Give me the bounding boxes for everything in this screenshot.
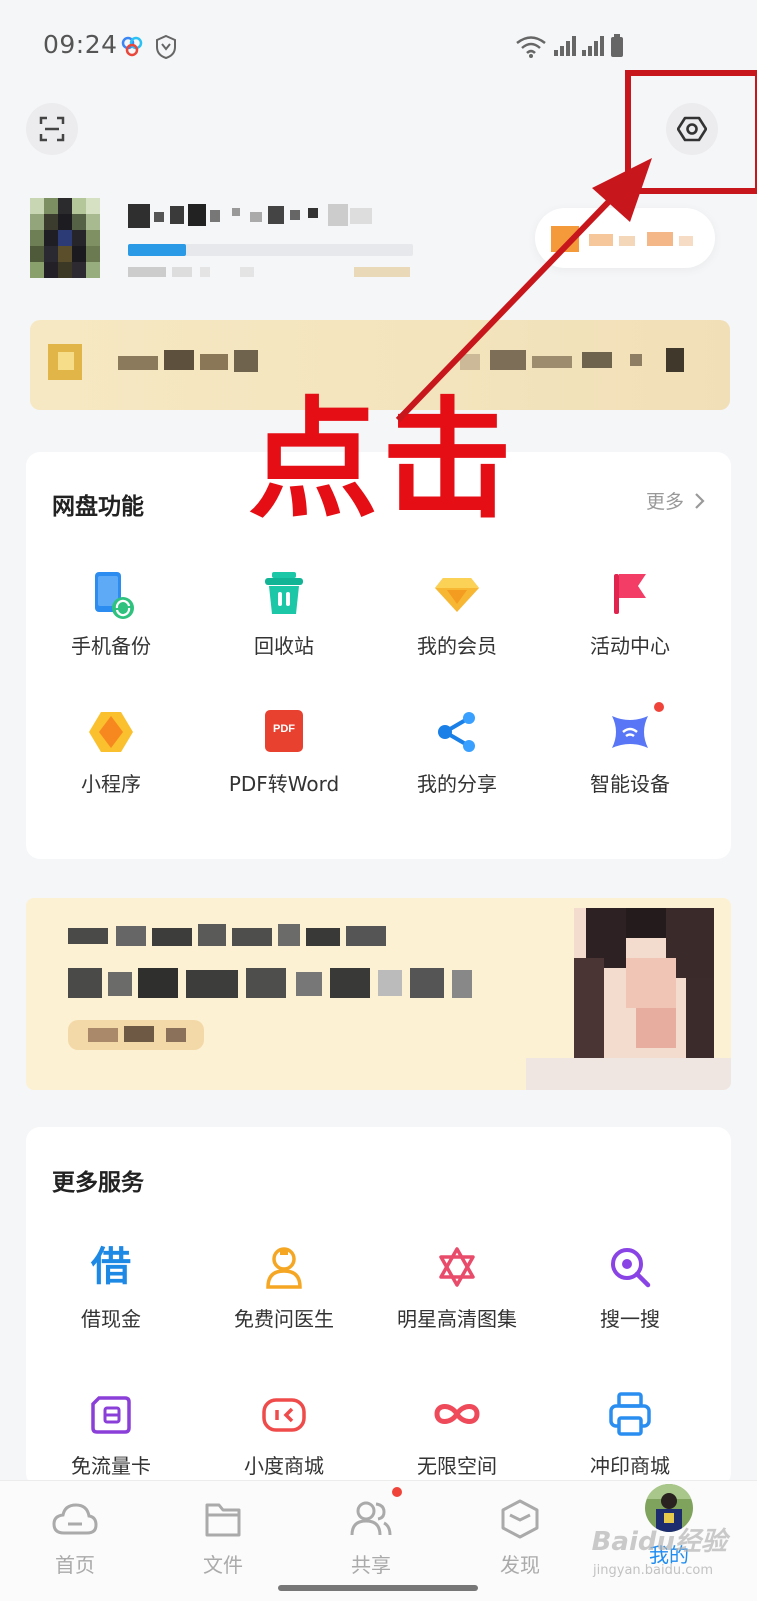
service-loan[interactable]: 借 借现金 <box>26 1245 196 1332</box>
mini-program-icon <box>89 710 133 754</box>
service-label: 免费问医生 <box>234 1307 334 1331</box>
settings-button[interactable] <box>666 103 718 155</box>
ad-banner-obscured <box>68 908 731 1090</box>
storage-progress <box>128 244 413 256</box>
notification-dot <box>654 702 664 712</box>
pdf-icon-label: PDF <box>273 723 295 735</box>
service-label: 明星高清图集 <box>397 1307 517 1331</box>
phone-backup-icon <box>89 572 134 619</box>
service-label: 无限空间 <box>417 1454 497 1478</box>
pdf-icon: PDF <box>262 710 306 754</box>
feature-label: PDF转Word <box>228 772 340 796</box>
feature-label: 我的会员 <box>417 634 497 658</box>
member-pill-button[interactable] <box>535 208 715 268</box>
nav-label: 文件 <box>203 1553 243 1577</box>
service-star-gallery[interactable]: 明星高清图集 <box>372 1245 542 1332</box>
shield-status-icon <box>156 34 176 60</box>
search-icon <box>608 1245 652 1289</box>
watermark-url: jingyan.baidu.com <box>593 1563 713 1578</box>
feature-smart-devices[interactable]: 智能设备 <box>545 702 715 797</box>
baidu-app-icon <box>121 36 143 57</box>
print-store-icon <box>608 1392 652 1436</box>
avatar[interactable] <box>30 198 100 278</box>
service-free-doctor[interactable]: 免费问医生 <box>199 1245 369 1332</box>
service-label: 搜一搜 <box>600 1307 660 1331</box>
nav-share[interactable]: 共享 <box>316 1487 426 1578</box>
feature-label: 我的分享 <box>417 772 497 796</box>
feature-activity-center[interactable]: 活动中心 <box>545 572 715 659</box>
service-xiaodu-store[interactable]: 小度商城 <box>199 1392 369 1479</box>
settings-hex-icon <box>677 116 707 142</box>
trash-icon <box>262 572 306 616</box>
feature-label: 手机备份 <box>71 634 151 658</box>
nav-discover[interactable]: 发现 <box>465 1499 575 1578</box>
service-print-store[interactable]: 冲印商城 <box>545 1392 715 1479</box>
nav-label: 共享 <box>351 1553 391 1577</box>
battery-icon <box>611 34 623 57</box>
storage-text-obscured <box>128 264 418 283</box>
flag-icon <box>608 572 652 616</box>
scan-icon <box>39 116 65 142</box>
chevron-right-icon <box>695 492 705 509</box>
service-label: 冲印商城 <box>590 1454 670 1478</box>
nav-label: 发现 <box>500 1553 540 1577</box>
people-icon <box>350 1501 392 1536</box>
feature-label: 活动中心 <box>590 634 670 658</box>
nav-files[interactable]: 文件 <box>168 1499 278 1578</box>
feature-phone-backup[interactable]: 手机备份 <box>26 572 196 659</box>
member-pill-obscured <box>551 226 693 252</box>
service-label: 借现金 <box>81 1307 141 1331</box>
infinity-icon <box>434 1392 480 1436</box>
feature-membership[interactable]: 我的会员 <box>372 572 542 659</box>
doctor-icon <box>262 1245 306 1289</box>
username-obscured <box>128 202 378 236</box>
feature-pdf-to-word[interactable]: PDF PDF转Word <box>199 710 369 797</box>
loan-icon: 借 <box>89 1245 133 1289</box>
feature-recycle-bin[interactable]: 回收站 <box>199 572 369 659</box>
notification-dot <box>392 1487 402 1497</box>
more-services-title: 更多服务 <box>52 1170 144 1196</box>
feature-label: 小程序 <box>81 772 141 796</box>
smart-device-icon <box>608 702 664 754</box>
feature-label: 回收站 <box>254 634 314 658</box>
nav-home[interactable]: 首页 <box>20 1499 130 1578</box>
service-label: 免流量卡 <box>71 1454 151 1478</box>
home-indicator[interactable] <box>278 1585 478 1591</box>
feature-label: 智能设备 <box>590 772 670 796</box>
signal-icon-2 <box>582 36 604 56</box>
scan-button[interactable] <box>26 103 78 155</box>
storage-progress-fill <box>128 244 186 256</box>
xiaodu-store-icon <box>262 1392 306 1436</box>
service-label: 小度商城 <box>244 1454 324 1478</box>
diamond-icon <box>435 572 479 616</box>
more-link-label: 更多 <box>646 491 685 513</box>
nav-label: 首页 <box>55 1553 95 1577</box>
cube-icon <box>501 1499 539 1539</box>
signal-icon-1 <box>554 36 576 56</box>
feature-my-shares[interactable]: 我的分享 <box>372 710 542 797</box>
star-gallery-icon <box>435 1245 479 1289</box>
wifi-icon <box>516 36 546 58</box>
more-services-card: 更多服务 借 借现金 免费问医生 明星高清图集 搜一搜 免流量卡 小度商城 无限… <box>26 1127 731 1487</box>
folder-icon <box>205 1503 241 1537</box>
status-time: 09:24 <box>43 30 118 59</box>
watermark-brand: Baidu经验 <box>591 1527 727 1557</box>
service-infinite-space[interactable]: 无限空间 <box>372 1392 542 1479</box>
service-search[interactable]: 搜一搜 <box>545 1245 715 1332</box>
annotation-text: 点击 <box>248 384 517 536</box>
loan-icon-glyph: 借 <box>91 1244 131 1290</box>
share-icon <box>435 710 479 754</box>
more-link[interactable]: 更多 <box>646 487 708 514</box>
netdisk-features-title: 网盘功能 <box>52 494 144 520</box>
data-card-icon <box>89 1392 133 1436</box>
ad-banner[interactable] <box>26 898 731 1090</box>
service-data-card[interactable]: 免流量卡 <box>26 1392 196 1479</box>
feature-mini-program[interactable]: 小程序 <box>26 710 196 797</box>
cloud-icon <box>52 1503 98 1535</box>
